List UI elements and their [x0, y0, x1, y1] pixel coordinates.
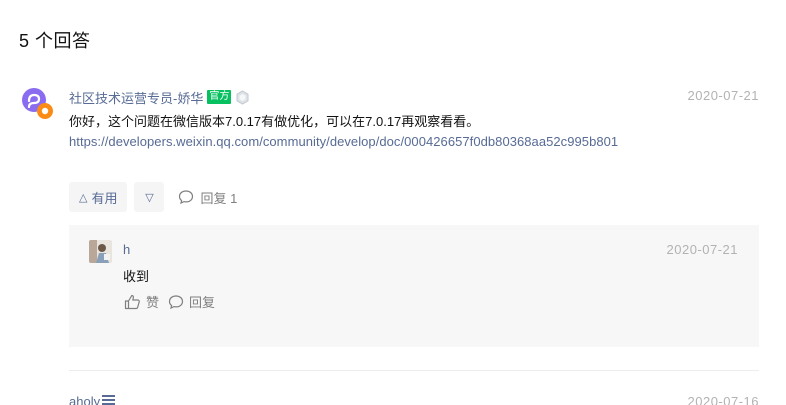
useful-label: 有用	[91, 190, 118, 206]
comment-icon	[179, 190, 194, 205]
next-answer-date: 2020-07-16	[687, 394, 759, 405]
answer-count-title: 5 个回答	[19, 31, 91, 51]
comment-icon	[168, 294, 184, 309]
reply-reply-button[interactable]: 回复	[168, 292, 215, 311]
thumbs-up-icon	[124, 294, 140, 309]
reply-text: 收到	[123, 269, 150, 284]
official-avatar[interactable]	[21, 87, 55, 121]
answer-link[interactable]: https://developers.weixin.qq.com/communi…	[69, 134, 618, 149]
downvote-triangle-icon: ▽	[145, 191, 154, 204]
reply-reply-label: 回复	[189, 295, 216, 310]
reply-actions: 赞 回复	[124, 292, 215, 311]
downvote-button[interactable]: ▽	[134, 182, 165, 212]
reply-date: 2020-07-21	[666, 242, 738, 257]
next-answer-author-row: aholy	[69, 394, 116, 405]
official-badge: 官方	[207, 90, 232, 104]
reply-author[interactable]: h	[123, 242, 130, 257]
reply-label: 回复 1	[200, 190, 238, 206]
level-badge-icon	[235, 89, 250, 105]
answer-actions: △ 有用 ▽ 回复 1	[69, 182, 237, 212]
answer-date: 2020-07-21	[687, 88, 759, 103]
reply-button[interactable]: 回复 1	[178, 188, 237, 207]
useful-button[interactable]: △ 有用	[69, 182, 128, 212]
like-label: 赞	[146, 295, 160, 310]
answer-text: 你好，这个问题在微信版本7.0.17有做优化，可以在7.0.17再观察看看。	[69, 114, 480, 129]
like-button[interactable]: 赞	[124, 292, 159, 311]
reply-box: h 2020-07-21 收到 赞 回复	[69, 225, 759, 347]
next-answer-author[interactable]: aholy	[69, 394, 100, 405]
level-bars-icon	[102, 394, 116, 405]
answer-author[interactable]: 社区技术运营专员-娇华	[69, 88, 203, 107]
upvote-triangle-icon: △	[79, 191, 88, 204]
reply-avatar[interactable]	[89, 240, 112, 263]
answer-divider	[69, 370, 759, 371]
